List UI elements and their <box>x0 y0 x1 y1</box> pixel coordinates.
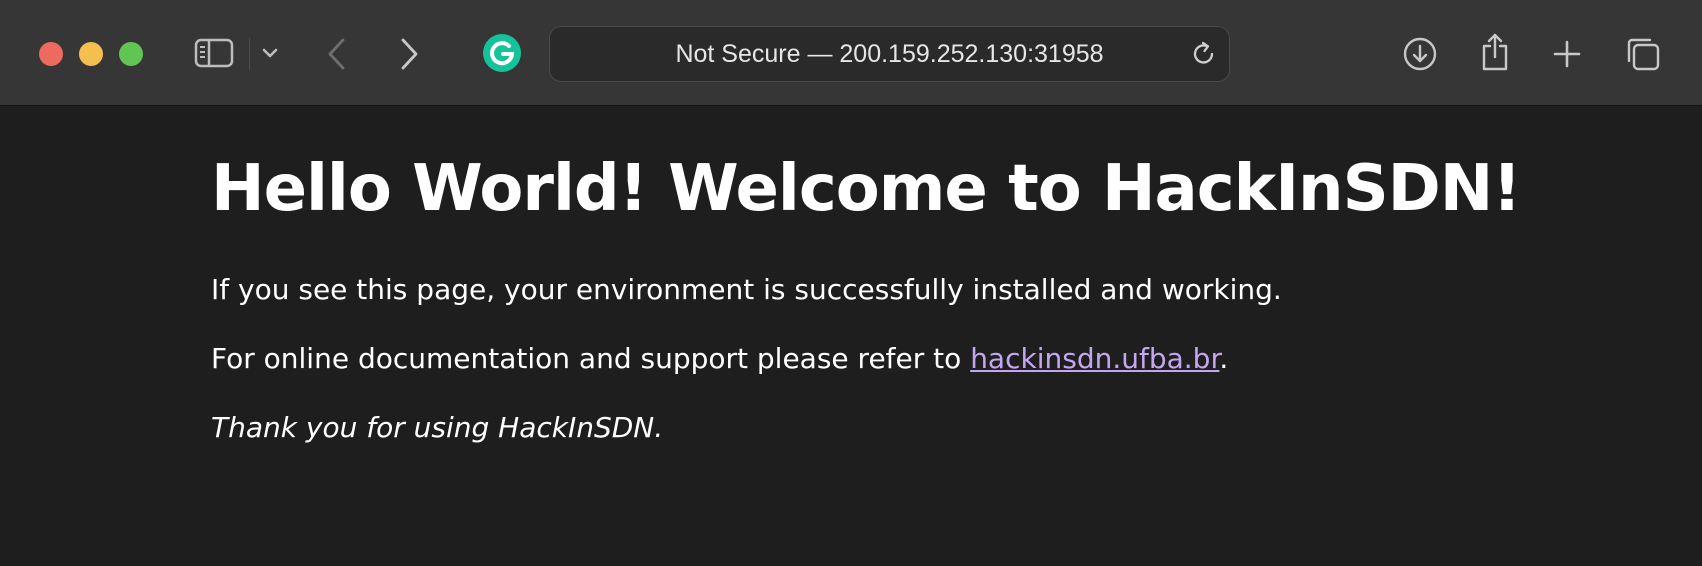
browser-window: Not Secure — 200.159.252.130:31958 Hello… <box>0 0 1702 566</box>
chevron-down-icon[interactable] <box>258 40 282 66</box>
documentation-message: For online documentation and support ple… <box>211 341 1561 377</box>
close-window-button[interactable] <box>39 42 63 66</box>
share-icon[interactable] <box>1478 32 1512 72</box>
page-content: Hello World! Welcome to HackInSDN! If yo… <box>211 148 1561 446</box>
status-message: If you see this page, your environment i… <box>211 273 1282 306</box>
documentation-suffix: . <box>1219 342 1229 375</box>
sidebar-icon[interactable] <box>193 36 235 70</box>
thank-you-message: Thank you for using HackInSDN. <box>211 411 664 444</box>
zoom-window-button[interactable] <box>119 42 143 66</box>
download-icon[interactable] <box>1403 37 1437 71</box>
toolbar-divider <box>249 38 250 70</box>
tabs-icon[interactable] <box>1624 35 1662 73</box>
address-bar[interactable]: Not Secure — 200.159.252.130:31958 <box>549 26 1230 82</box>
page-heading: Hello World! Welcome to HackInSDN! <box>211 152 1522 226</box>
reload-icon[interactable] <box>1190 40 1218 68</box>
address-text: Not Secure — 200.159.252.130:31958 <box>675 39 1104 68</box>
minimize-window-button[interactable] <box>79 42 103 66</box>
plus-icon[interactable] <box>1549 36 1585 72</box>
chevron-left-icon[interactable] <box>322 34 352 74</box>
browser-toolbar: Not Secure — 200.159.252.130:31958 <box>0 0 1702 106</box>
documentation-prefix: For online documentation and support ple… <box>211 342 971 375</box>
documentation-link[interactable]: hackinsdn.ufba.br <box>970 342 1219 375</box>
chevron-right-icon[interactable] <box>394 34 424 74</box>
grammarly-icon[interactable] <box>482 33 522 73</box>
